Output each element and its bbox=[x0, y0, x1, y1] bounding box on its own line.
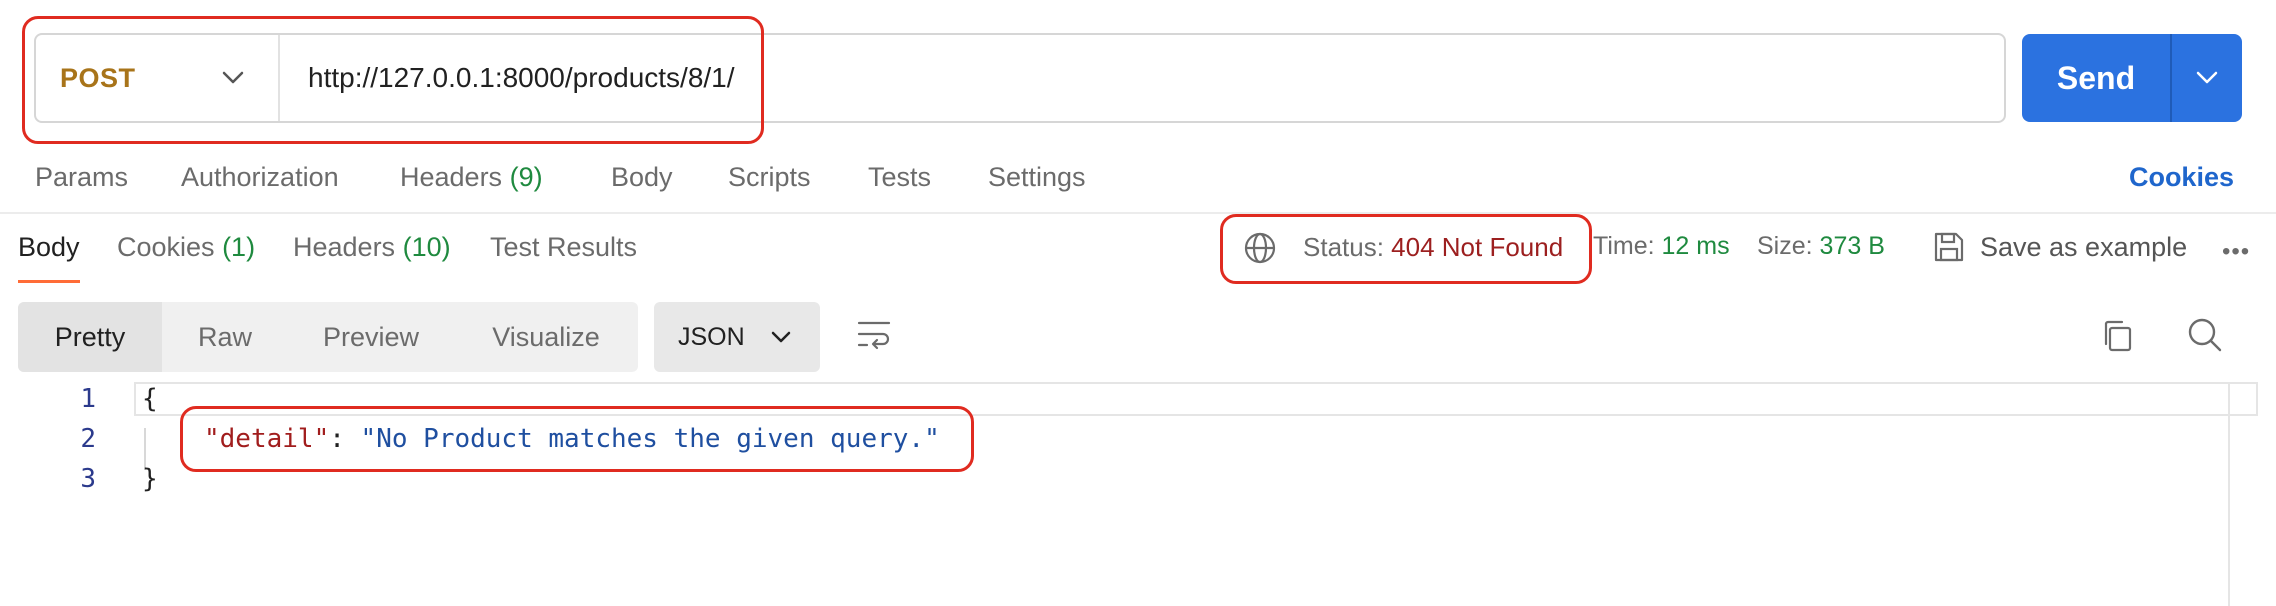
tab-authorization[interactable]: Authorization bbox=[181, 162, 339, 193]
tab-resp-headers-count: (10) bbox=[402, 232, 451, 262]
response-time[interactable]: Time: 12 ms bbox=[1593, 232, 1730, 261]
tab-headers-label: Headers bbox=[400, 162, 503, 192]
line-number: 3 bbox=[80, 464, 96, 494]
request-tabs: Params Authorization Headers (9) Body Sc… bbox=[0, 150, 2276, 214]
send-options-button[interactable] bbox=[2172, 71, 2242, 85]
format-label: JSON bbox=[678, 322, 745, 351]
view-mode-group: Pretty Raw Preview Visualize bbox=[18, 302, 638, 372]
time-value: 12 ms bbox=[1661, 232, 1730, 260]
tab-cookies-count: (1) bbox=[222, 232, 256, 262]
line-number: 1 bbox=[80, 384, 96, 414]
tab-headers-count: (9) bbox=[509, 162, 543, 192]
tab-params[interactable]: Params bbox=[35, 162, 128, 193]
tab-tests[interactable]: Tests bbox=[868, 162, 931, 193]
tab-response-headers[interactable]: Headers (10) bbox=[293, 232, 451, 263]
view-visualize[interactable]: Visualize bbox=[454, 302, 638, 372]
size-label: Size: bbox=[1757, 232, 1813, 260]
tab-settings[interactable]: Settings bbox=[988, 162, 1086, 193]
request-bar: POST http://127.0.0.1:8000/products/8/1/ bbox=[34, 33, 2006, 123]
code-line: 3 } bbox=[0, 459, 157, 499]
tab-headers[interactable]: Headers (9) bbox=[400, 162, 543, 193]
url-input[interactable]: http://127.0.0.1:8000/products/8/1/ bbox=[280, 62, 735, 94]
chevron-down-icon bbox=[222, 71, 244, 84]
view-pretty[interactable]: Pretty bbox=[18, 302, 162, 372]
method-label: POST bbox=[60, 62, 136, 93]
view-preview[interactable]: Preview bbox=[288, 302, 454, 372]
response-status[interactable]: Status: 404 Not Found bbox=[1303, 232, 1563, 263]
code-line: 2 "detail": "No Product matches the give… bbox=[0, 419, 939, 459]
tab-test-results[interactable]: Test Results bbox=[490, 232, 637, 263]
method-select[interactable]: POST bbox=[36, 35, 280, 121]
time-label: Time: bbox=[1593, 232, 1655, 260]
json-key: "detail" bbox=[204, 424, 330, 454]
tab-cookies-label: Cookies bbox=[117, 232, 215, 262]
tab-response-cookies[interactable]: Cookies (1) bbox=[117, 232, 255, 263]
search-icon[interactable] bbox=[2186, 316, 2224, 354]
code-line: 1 { bbox=[0, 379, 157, 419]
copy-icon[interactable] bbox=[2100, 318, 2134, 354]
tab-body[interactable]: Body bbox=[611, 162, 673, 193]
response-header: Body Cookies (1) Headers (10) Test Resul… bbox=[0, 218, 2276, 284]
chevron-down-icon bbox=[2196, 71, 2218, 84]
send-label: Send bbox=[2056, 59, 2136, 96]
json-colon: : bbox=[329, 424, 361, 454]
more-icon[interactable]: ••• bbox=[2222, 238, 2250, 266]
tab-response-body[interactable]: Body bbox=[18, 232, 80, 263]
json-value: "No Product matches the given query." bbox=[360, 424, 940, 454]
save-icon[interactable] bbox=[1932, 230, 1966, 264]
size-value: 373 B bbox=[1819, 232, 1885, 260]
tab-scripts[interactable]: Scripts bbox=[728, 162, 811, 193]
globe-icon[interactable] bbox=[1242, 230, 1278, 266]
wrap-lines-icon[interactable] bbox=[856, 318, 892, 352]
response-body-viewer[interactable]: 1 { 2 "detail": "No Product matches the … bbox=[0, 382, 2276, 606]
close-brace: } bbox=[142, 464, 158, 494]
chevron-down-icon bbox=[771, 331, 790, 343]
line-number: 2 bbox=[80, 424, 96, 454]
response-size[interactable]: Size: 373 B bbox=[1757, 232, 1885, 261]
active-line-highlight bbox=[134, 382, 2258, 416]
tab-resp-headers-label: Headers bbox=[293, 232, 396, 262]
save-as-example-button[interactable]: Save as example bbox=[1980, 232, 2187, 263]
cookies-link[interactable]: Cookies bbox=[2129, 162, 2234, 193]
active-tab-indicator bbox=[18, 280, 80, 283]
json-entry: "detail": "No Product matches the given … bbox=[204, 424, 940, 454]
scrollbar[interactable] bbox=[2228, 382, 2230, 606]
open-brace: { bbox=[142, 384, 158, 414]
view-raw[interactable]: Raw bbox=[162, 302, 288, 372]
format-select[interactable]: JSON bbox=[654, 302, 820, 372]
status-value: 404 Not Found bbox=[1391, 232, 1564, 262]
status-label: Status: bbox=[1303, 232, 1384, 262]
send-button[interactable]: Send bbox=[2022, 34, 2242, 122]
